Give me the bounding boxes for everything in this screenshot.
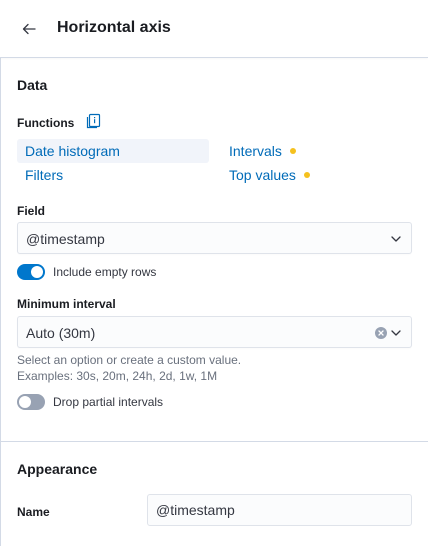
chevron-down-icon [391, 236, 401, 242]
function-intervals[interactable]: Intervals [229, 139, 296, 163]
warning-dot-icon [289, 148, 296, 154]
drop-partial-intervals-label: Drop partial intervals [53, 395, 164, 409]
page-title: Horizontal axis [57, 19, 171, 36]
minimum-interval-help-2: Examples: 30s, 20m, 24h, 2d, 1w, 1M [17, 369, 218, 383]
function-filters[interactable]: Filters [25, 163, 63, 187]
functions-label: Functions [17, 116, 75, 130]
panel-left-border [0, 58, 1, 546]
function-label: Date histogram [25, 143, 120, 159]
function-label: Top values [229, 167, 296, 183]
include-empty-rows-toggle[interactable] [17, 264, 45, 280]
minimum-interval-help-1: Select an option or create a custom valu… [17, 353, 242, 367]
data-section-title: Data [17, 77, 48, 93]
close-icon [378, 330, 384, 336]
function-top-values[interactable]: Top values [229, 163, 310, 187]
minimum-interval-value: Auto (30m) [26, 325, 96, 341]
section-divider [0, 441, 428, 442]
function-date-histogram[interactable]: Date histogram [17, 139, 209, 163]
drop-partial-intervals-toggle[interactable] [17, 394, 45, 410]
toggle-knob [19, 396, 31, 408]
panel-header: Horizontal axis [0, 0, 428, 58]
include-empty-rows-row: Include empty rows [17, 264, 156, 280]
field-select-value: @timestamp [26, 231, 105, 247]
function-label: Intervals [229, 143, 282, 159]
minimum-interval-label: Minimum interval [17, 297, 116, 311]
back-button[interactable] [17, 17, 41, 41]
appearance-section-title: Appearance [17, 461, 98, 477]
clear-icon[interactable] [375, 327, 387, 339]
drop-partial-intervals-row: Drop partial intervals [17, 394, 163, 410]
name-input[interactable] [147, 494, 412, 526]
function-label: Filters [25, 167, 64, 183]
documentation-icon[interactable] [86, 113, 102, 129]
field-label: Field [17, 204, 46, 218]
arrow-left-icon [22, 23, 36, 35]
field-select[interactable]: @timestamp [17, 222, 412, 254]
minimum-interval-combobox[interactable]: Auto (30m) [17, 316, 412, 348]
chevron-down-icon[interactable] [389, 326, 403, 340]
name-label: Name [17, 505, 50, 519]
include-empty-rows-label: Include empty rows [53, 265, 157, 279]
toggle-knob [31, 266, 43, 278]
warning-dot-icon [303, 172, 310, 178]
